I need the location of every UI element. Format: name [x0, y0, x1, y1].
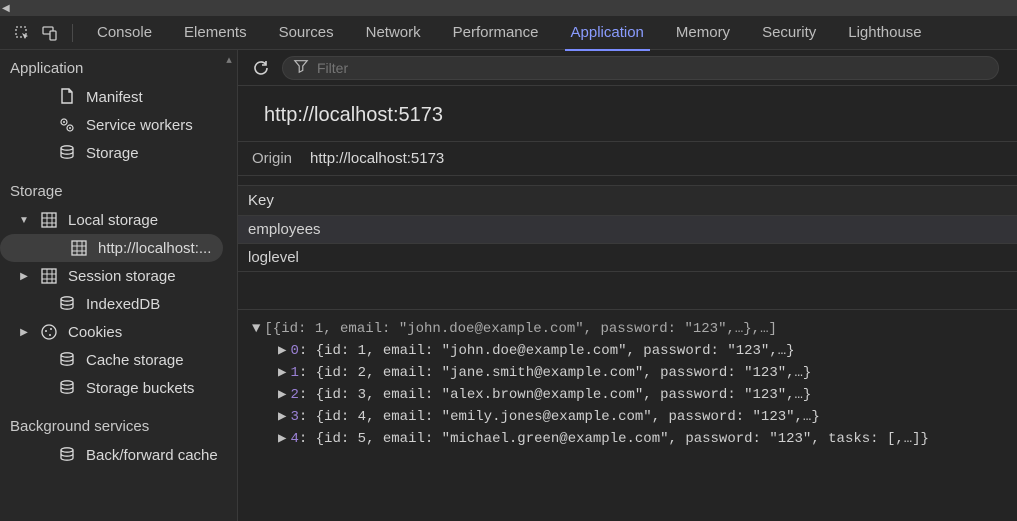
origin-title: http://localhost:5173	[238, 86, 1017, 142]
detail-index: 3	[290, 406, 298, 428]
tab-memory[interactable]: Memory	[660, 16, 746, 50]
sidebar-item-label: http://localhost:...	[98, 240, 211, 257]
sidebar-item[interactable]: ▶IndexedDB	[0, 290, 237, 318]
db-icon	[58, 351, 76, 369]
sidebar-item-label: Storage buckets	[86, 380, 194, 397]
spacer	[238, 176, 1017, 186]
sidebar-item[interactable]: ▶Storage buckets	[0, 374, 237, 402]
sidebar-item[interactable]: ▶Cache storage	[0, 346, 237, 374]
window-titlebar: ◀	[0, 0, 1017, 16]
origin-row: Origin http://localhost:5173	[238, 142, 1017, 176]
detail-index: 0	[290, 340, 298, 362]
expand-right-icon[interactable]: ▶	[278, 340, 286, 362]
gears-icon	[58, 116, 76, 134]
kv-empty-row[interactable]	[238, 272, 1017, 310]
expand-right-icon[interactable]: ▶	[278, 362, 286, 384]
db-icon	[58, 144, 76, 162]
sidebar-item-label: Back/forward cache	[86, 447, 218, 464]
sidebar-item-label: Cookies	[68, 324, 122, 341]
file-icon	[58, 88, 76, 106]
kv-row[interactable]: employees	[238, 216, 1017, 244]
filter-box[interactable]	[282, 56, 999, 80]
chevron-right-icon: ▶	[18, 271, 30, 282]
tab-lighthouse[interactable]: Lighthouse	[832, 16, 937, 50]
db-icon	[58, 295, 76, 313]
sidebar-item[interactable]: ▶Manifest	[0, 83, 237, 111]
tab-performance[interactable]: Performance	[437, 16, 555, 50]
sidebar-item[interactable]: ▶http://localhost:...	[0, 234, 223, 262]
expand-right-icon[interactable]: ▶	[278, 384, 286, 406]
detail-value: {id: 5, email: "michael.green@example.co…	[316, 428, 929, 450]
chevron-down-icon: ▼	[18, 215, 30, 226]
db-icon	[58, 379, 76, 397]
sidebar-item-label: Cache storage	[86, 352, 184, 369]
scroll-up-icon[interactable]: ▴	[222, 52, 236, 66]
origin-label: Origin	[252, 150, 292, 167]
tab-sources[interactable]: Sources	[263, 16, 350, 50]
sidebar-item[interactable]: ▶ Session storage	[0, 262, 237, 290]
detail-value: {id: 4, email: "emily.jones@example.com"…	[316, 406, 820, 428]
sidebar-item-label: Local storage	[68, 212, 158, 229]
sidebar-item-label: Service workers	[86, 117, 193, 134]
sidebar-item[interactable]: ▼ Local storage	[0, 206, 237, 234]
sidebar-item-label: IndexedDB	[86, 296, 160, 313]
application-main: http://localhost:5173 Origin http://loca…	[238, 50, 1017, 521]
storage-toolbar	[238, 50, 1017, 86]
expand-down-icon[interactable]: ▼	[252, 318, 260, 340]
grid-icon	[70, 239, 88, 257]
tab-security[interactable]: Security	[746, 16, 832, 50]
sidebar-group-title: Background services	[0, 408, 237, 441]
device-toolbar-icon[interactable]	[36, 19, 64, 47]
tab-application[interactable]: Application	[555, 16, 660, 50]
kv-header-key[interactable]: Key	[238, 186, 1017, 216]
tabstrip-separator	[72, 24, 73, 42]
refresh-button[interactable]	[248, 55, 274, 81]
db-icon	[58, 446, 76, 464]
detail-index: 1	[290, 362, 298, 384]
sidebar-item[interactable]: ▶ Cookies	[0, 318, 237, 346]
devtools-tabstrip: ConsoleElementsSourcesNetworkPerformance…	[0, 16, 1017, 50]
expand-right-icon[interactable]: ▶	[278, 428, 286, 450]
grid-icon	[40, 267, 58, 285]
sidebar-group-title: Application	[0, 50, 237, 83]
tab-console[interactable]: Console	[81, 16, 168, 50]
origin-value: http://localhost:5173	[310, 150, 444, 167]
tab-network[interactable]: Network	[350, 16, 437, 50]
sidebar-item[interactable]: ▶Service workers	[0, 111, 237, 139]
value-preview: ▼[{id: 1, email: "john.doe@example.com",…	[238, 310, 1017, 462]
inspect-element-icon[interactable]	[8, 19, 36, 47]
filter-icon	[293, 58, 309, 77]
sidebar-item-label: Storage	[86, 145, 139, 162]
chevron-right-icon: ▶	[18, 327, 30, 338]
grid-icon	[40, 211, 58, 229]
tab-elements[interactable]: Elements	[168, 16, 263, 50]
detail-index: 2	[290, 384, 298, 406]
application-sidebar: ▴ Application▶Manifest▶Service workers▶S…	[0, 50, 238, 521]
detail-value: {id: 2, email: "jane.smith@example.com",…	[316, 362, 812, 384]
expand-right-icon[interactable]: ▶	[278, 406, 286, 428]
sidebar-item-label: Session storage	[68, 268, 176, 285]
detail-top-line: [{id: 1, email: "john.doe@example.com", …	[264, 318, 776, 340]
sidebar-item[interactable]: ▶Storage	[0, 139, 237, 167]
sidebar-item[interactable]: ▶Back/forward cache	[0, 441, 237, 469]
detail-index: 4	[290, 428, 298, 450]
detail-value: {id: 3, email: "alex.brown@example.com",…	[316, 384, 812, 406]
kv-row[interactable]: loglevel	[238, 244, 1017, 272]
sidebar-group-title: Storage	[0, 173, 237, 206]
cookie-icon	[40, 323, 58, 341]
titlebar-caret-icon[interactable]: ◀	[0, 3, 10, 14]
sidebar-item-label: Manifest	[86, 89, 143, 106]
filter-input[interactable]	[317, 60, 988, 76]
detail-value: {id: 1, email: "john.doe@example.com", p…	[316, 340, 795, 362]
